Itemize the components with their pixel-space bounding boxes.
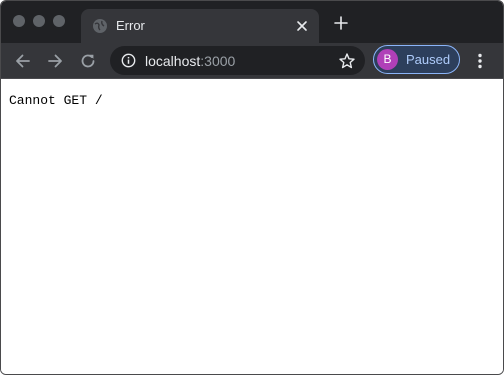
star-icon[interactable] [338, 52, 356, 70]
address-bar[interactable]: localhost:3000 [110, 46, 365, 75]
plus-icon[interactable] [333, 15, 349, 31]
browser-window: Error localhost:3000 B Paused Cannot GET… [0, 0, 504, 375]
page-content: Cannot GET / [1, 79, 503, 374]
toolbar: localhost:3000 B Paused [1, 43, 503, 79]
arrow-left-icon[interactable] [14, 52, 32, 70]
error-message: Cannot GET / [9, 93, 103, 108]
globe-icon [93, 19, 107, 33]
url-port: :3000 [200, 53, 236, 69]
info-icon[interactable] [121, 53, 136, 68]
url-host: localhost [145, 53, 201, 69]
tab-title: Error [116, 18, 145, 33]
profile-status: Paused [406, 52, 451, 67]
profile-button[interactable]: B Paused [373, 45, 460, 74]
kebab-menu-icon[interactable] [471, 52, 489, 70]
reload-icon[interactable] [79, 52, 97, 70]
close-icon[interactable] [294, 18, 310, 34]
arrow-right-icon[interactable] [46, 52, 64, 70]
url-text[interactable]: localhost:3000 [145, 52, 235, 70]
tab-strip: Error [1, 1, 503, 43]
close-window-icon[interactable] [13, 15, 25, 27]
avatar: B [377, 49, 398, 70]
minimize-window-icon[interactable] [33, 15, 45, 27]
tab-error[interactable]: Error [81, 9, 319, 43]
maximize-window-icon[interactable] [53, 15, 65, 27]
